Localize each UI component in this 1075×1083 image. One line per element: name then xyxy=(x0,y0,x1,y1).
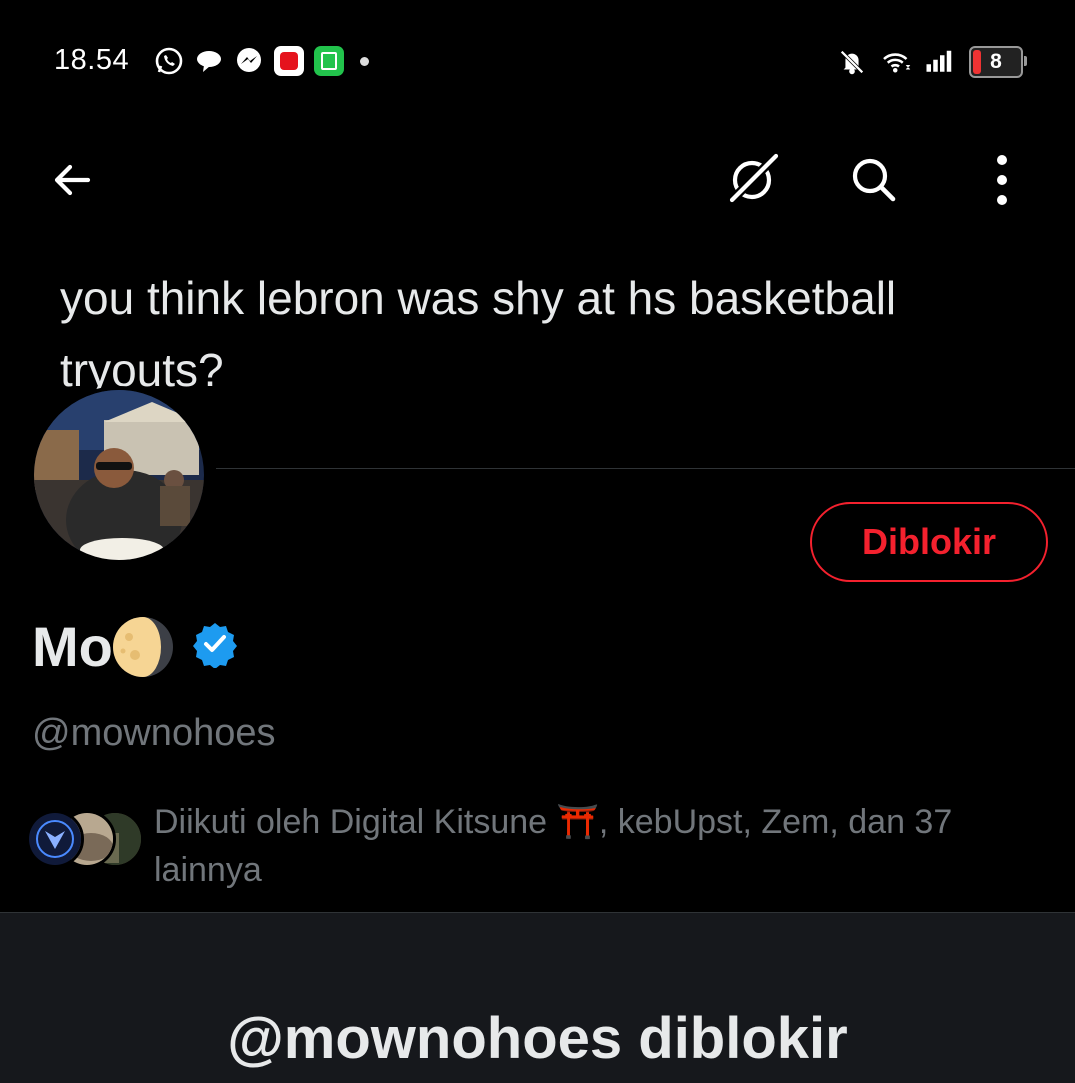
chat-bubble-icon xyxy=(194,46,224,76)
profile-display-name: Mo xyxy=(32,615,113,678)
more-notifications-dot xyxy=(360,56,369,66)
search-icon xyxy=(852,158,896,202)
moon-emoji xyxy=(111,615,175,679)
follower-avatar xyxy=(26,810,84,868)
profile-name-row: Mo xyxy=(32,614,239,679)
top-toolbar xyxy=(0,140,1075,220)
blocked-button[interactable]: Diblokir xyxy=(810,502,1048,582)
grok-button[interactable] xyxy=(712,140,792,220)
wifi-icon xyxy=(881,47,911,77)
search-button[interactable] xyxy=(834,140,914,220)
whatsapp-icon xyxy=(154,46,184,76)
blocked-banner: @mownohoes diblokir xyxy=(0,912,1075,1083)
more-vertical-icon xyxy=(997,155,1007,205)
red-app-icon xyxy=(274,46,304,76)
battery-icon: 8 xyxy=(969,46,1027,78)
bell-muted-icon xyxy=(837,47,867,77)
back-button[interactable] xyxy=(32,140,112,220)
blocked-banner-title: @mownohoes diblokir xyxy=(227,1006,848,1071)
verified-badge-icon[interactable] xyxy=(191,620,239,673)
more-button[interactable] xyxy=(962,140,1042,220)
status-bar: 18.54 8 xyxy=(0,0,1075,125)
signal-icon xyxy=(925,47,955,77)
messenger-icon xyxy=(234,46,264,76)
notification-icons xyxy=(154,46,369,76)
followed-by-text: Diikuti oleh Digital Kitsune ⛩️, kebUpst… xyxy=(154,803,953,889)
follower-avatars xyxy=(26,810,146,874)
divider xyxy=(216,468,1075,469)
green-app-icon xyxy=(314,46,344,76)
system-icons: 8 xyxy=(837,46,1027,78)
profile-handle: @mownohoes xyxy=(32,712,276,754)
grok-icon xyxy=(728,152,780,204)
profile-avatar[interactable] xyxy=(30,386,208,564)
arrow-left-icon xyxy=(54,164,91,196)
battery-level: 8 xyxy=(990,50,1002,73)
tweet-text-preview: you think lebron was shy at hs basketbal… xyxy=(60,272,897,390)
status-time: 18.54 xyxy=(54,44,130,76)
